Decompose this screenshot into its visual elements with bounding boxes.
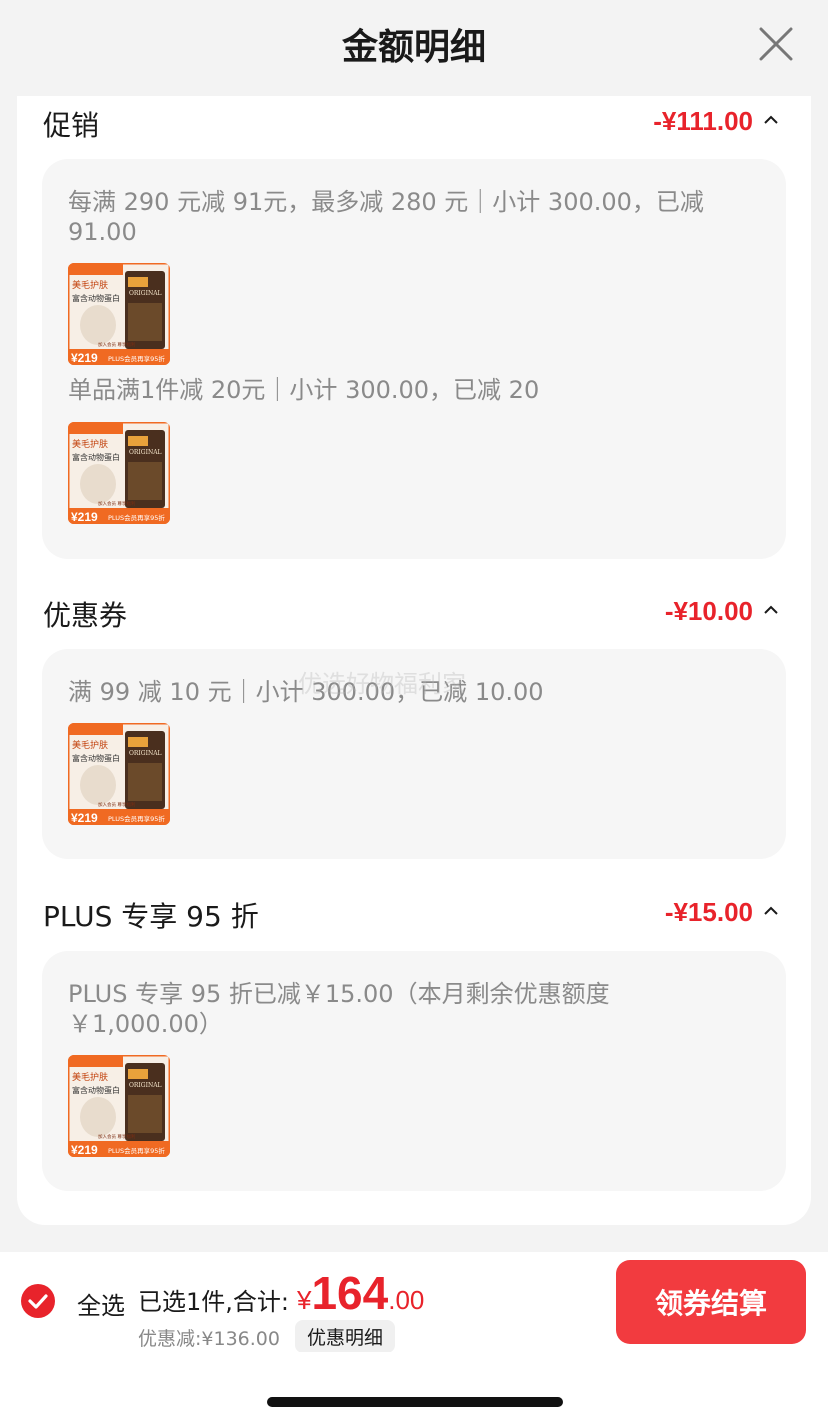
thumb-line1: 美毛护肤	[72, 1071, 108, 1083]
product-thumbnail[interactable]: 美毛护肤富含动物蛋白 ORIGINAL 加入会员 尊享福利 ¥219 PLUS会员再享9…	[68, 422, 170, 524]
total-price: ¥164.00	[297, 1266, 424, 1320]
total-integer: 164	[311, 1267, 389, 1319]
amount-detail-panel: 促销 -¥111.00 每满 290 元减 91元，最多减 280 元｜小计 3…	[17, 96, 811, 1225]
chevron-up-icon[interactable]	[761, 600, 781, 620]
checkbox-checked-icon[interactable]	[21, 1284, 55, 1318]
thumb-price: ¥219	[71, 811, 98, 825]
promotion-rule-1: 每满 290 元减 91元，最多减 280 元｜小计 300.00，已减 91.…	[68, 188, 704, 246]
thumb-top-band	[68, 1055, 123, 1067]
home-area	[0, 1352, 828, 1425]
food-bag-photo	[128, 303, 162, 341]
section-title: 优惠券	[43, 599, 128, 632]
thumb-badge: PLUS会员再享95折	[108, 1146, 165, 1155]
thumb-brand: ORIGINAL	[129, 750, 162, 757]
select-all-label[interactable]: 全选	[77, 1286, 125, 1321]
thumb-price: ¥219	[71, 1143, 98, 1157]
checkout-button[interactable]: 领券结算	[616, 1260, 806, 1344]
product-thumbnail[interactable]: 美毛护肤富含动物蛋白 ORIGINAL 加入会员 尊享福利 ¥219 PLUS会员再享9…	[68, 723, 170, 825]
thumb-brand: ORIGINAL	[129, 449, 162, 456]
food-bag-label	[128, 277, 148, 287]
promotion-rule-2: 单品满1件减 20元｜小计 300.00，已减 20	[68, 376, 540, 404]
thumb-top-band	[68, 723, 123, 735]
selected-info: 已选1件,合计:	[138, 1288, 289, 1316]
thumb-badge: PLUS会员再享95折	[108, 814, 165, 823]
thumb-line1: 美毛护肤	[72, 739, 108, 751]
plus-rule: PLUS 专享 95 折已减￥15.00（本月剩余优惠额度 ￥1,000.00）	[68, 980, 610, 1038]
section-header-coupon[interactable]: 优惠券 -¥10.00	[43, 594, 781, 634]
thumb-note: 加入会员 尊享福利	[98, 801, 136, 808]
section-title: 促销	[43, 109, 100, 142]
food-bag-photo	[128, 462, 162, 500]
thumb-top-band	[68, 422, 123, 434]
cat-illustration	[80, 464, 116, 504]
cat-illustration	[80, 305, 116, 345]
promotion-card: 每满 290 元减 91元，最多减 280 元｜小计 300.00，已减 91.…	[42, 159, 786, 559]
thumb-brand: ORIGINAL	[129, 290, 162, 297]
product-thumbnail[interactable]: 美毛护肤富含动物蛋白 ORIGINAL 加入会员 尊享福利 ¥219 PLUS会员再享9…	[68, 263, 170, 365]
close-button[interactable]	[758, 26, 794, 62]
food-bag-label	[128, 737, 148, 747]
thumb-note: 加入会员 尊享福利	[98, 1133, 136, 1140]
thumb-note: 加入会员 尊享福利	[98, 500, 136, 507]
product-image: 美毛护肤富含动物蛋白 ORIGINAL 加入会员 尊享福利¥219 PLUS会员再享9…	[68, 263, 170, 365]
thumb-line2: 富含动物蛋白	[72, 293, 120, 303]
checkout-bar: 全选 已选1件,合计: ¥164.00 优惠减:¥136.00 优惠明细 领券结…	[0, 1252, 828, 1353]
thumb-badge: PLUS会员再享95折	[108, 513, 165, 522]
plus-card: PLUS 专享 95 折已减￥15.00（本月剩余优惠额度 ￥1,000.00）…	[42, 951, 786, 1191]
chevron-up-icon[interactable]	[761, 110, 781, 130]
food-bag-photo	[128, 1095, 162, 1133]
thumb-line2: 富含动物蛋白	[72, 753, 120, 763]
cat-illustration	[80, 1097, 116, 1137]
food-bag-label	[128, 1069, 148, 1079]
page-title: 金额明细	[341, 27, 486, 68]
cat-illustration	[80, 765, 116, 805]
thumb-note: 加入会员 尊享福利	[98, 341, 136, 348]
thumb-badge: PLUS会员再享95折	[108, 354, 165, 363]
currency-symbol: ¥	[297, 1285, 312, 1315]
product-image: 美毛护肤富含动物蛋白 ORIGINAL 加入会员 尊享福利¥219 PLUS会员再享9…	[68, 1055, 170, 1157]
section-amount: -¥15.00	[664, 897, 753, 927]
discount-detail-button[interactable]: 优惠明细	[295, 1320, 396, 1353]
thumb-top-band	[68, 263, 123, 275]
food-bag-photo	[128, 763, 162, 801]
product-thumbnail[interactable]: 美毛护肤富含动物蛋白 ORIGINAL 加入会员 尊享福利 ¥219 PLUS会员再享9…	[68, 1055, 170, 1157]
food-bag-label	[128, 436, 148, 446]
total-decimal: .00	[388, 1285, 425, 1315]
thumb-brand: ORIGINAL	[129, 1082, 162, 1089]
thumb-line2: 富含动物蛋白	[72, 452, 120, 462]
chevron-up-icon[interactable]	[761, 901, 781, 921]
home-indicator[interactable]	[267, 1397, 563, 1407]
section-title: PLUS 专享 95 折	[43, 900, 259, 933]
section-header-plus[interactable]: PLUS 专享 95 折 -¥15.00	[43, 895, 781, 935]
section-amount: -¥111.00	[653, 106, 753, 136]
section-amount: -¥10.00	[664, 596, 753, 626]
thumb-line2: 富含动物蛋白	[72, 1085, 120, 1095]
coupon-rule: 满 99 减 10 元｜小计 300.00，已减 10.00	[68, 678, 544, 706]
coupon-card: 满 99 减 10 元｜小计 300.00，已减 10.00 美毛护肤富含动物蛋…	[42, 649, 786, 859]
thumb-price: ¥219	[71, 510, 98, 524]
discount-total: 优惠减:¥136.00	[138, 1328, 280, 1350]
header: 金额明细	[0, 0, 828, 96]
thumb-price: ¥219	[71, 351, 98, 365]
product-image: 美毛护肤富含动物蛋白 ORIGINAL 加入会员 尊享福利¥219 PLUS会员再享9…	[68, 723, 170, 825]
thumb-line1: 美毛护肤	[72, 438, 108, 450]
close-icon	[759, 27, 793, 61]
thumb-line1: 美毛护肤	[72, 279, 108, 291]
section-header-promotion[interactable]: 促销 -¥111.00	[43, 104, 781, 144]
product-image: 美毛护肤富含动物蛋白 ORIGINAL 加入会员 尊享福利¥219 PLUS会员再享9…	[68, 422, 170, 524]
